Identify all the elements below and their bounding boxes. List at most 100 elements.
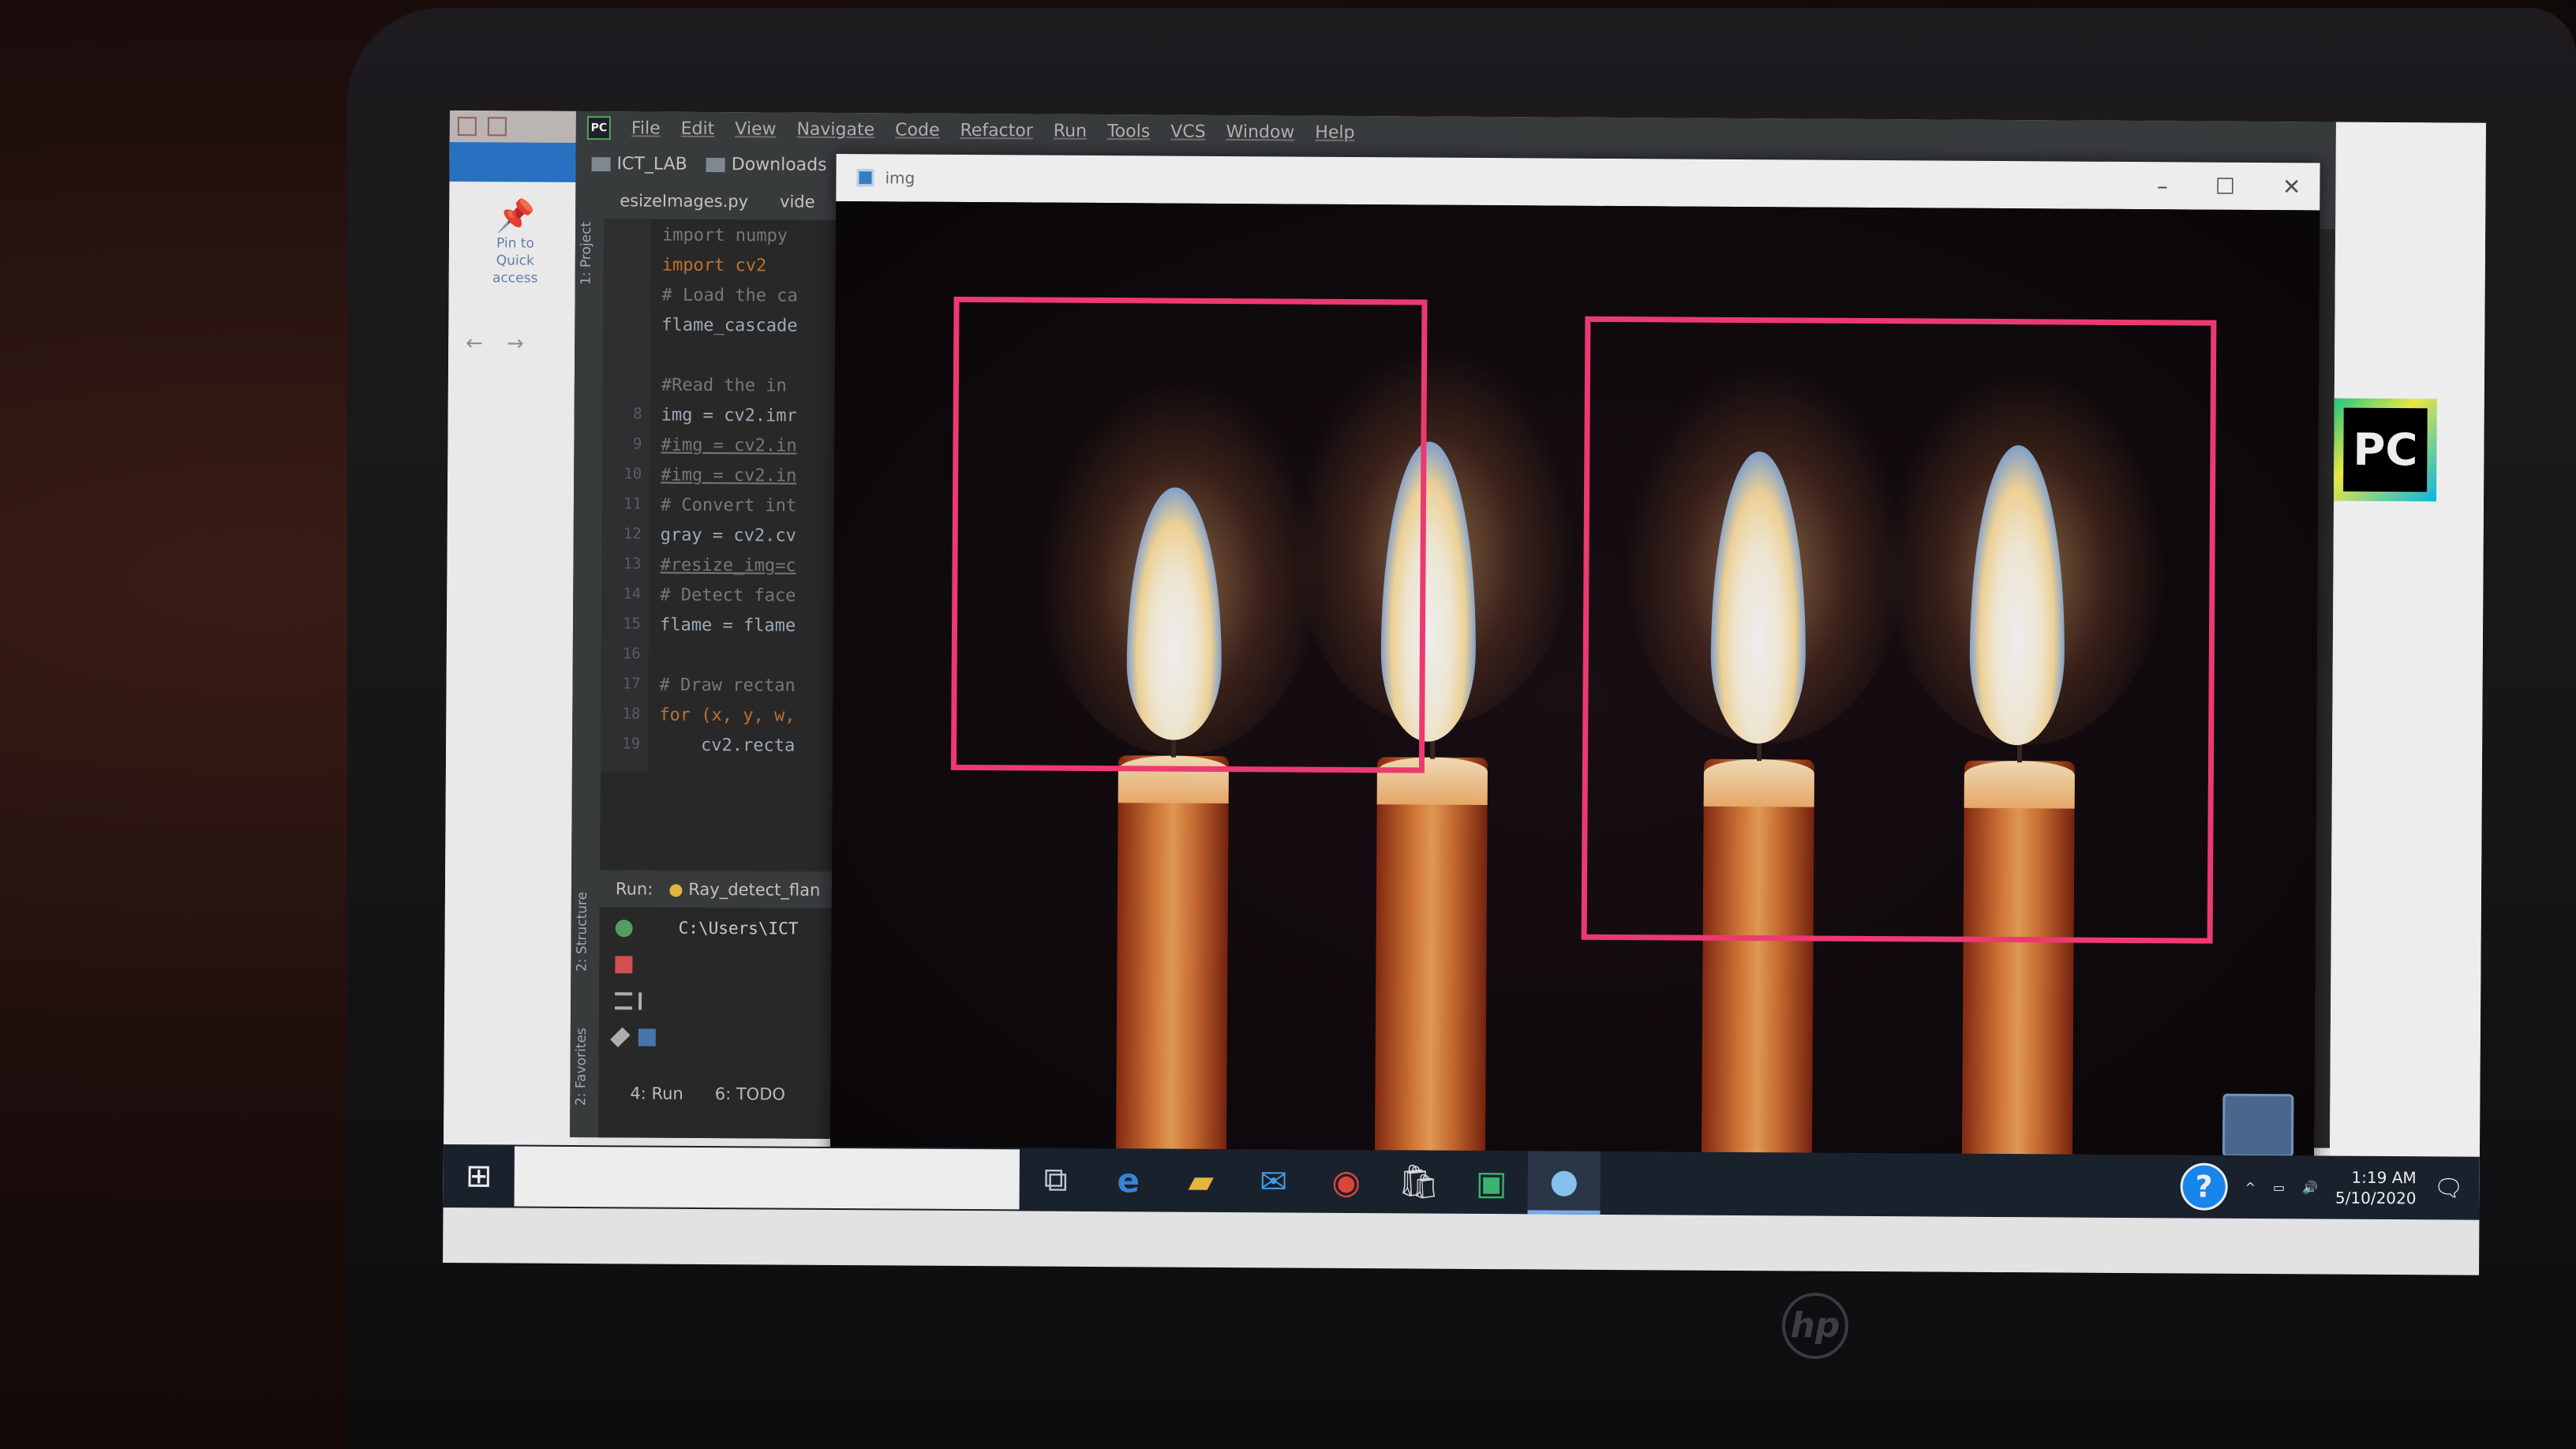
line-number: 14 — [623, 585, 642, 603]
code-line: #Read the in — [661, 375, 787, 396]
folder-icon — [706, 157, 725, 172]
laptop-screen: 📌 Pin to Quick access ←→ PC File Edit Vi… — [443, 110, 2486, 1275]
clock[interactable]: 1:19 AM 5/10/2020 — [2335, 1167, 2417, 1209]
pycharm-logo-icon: PC — [586, 116, 611, 140]
explorer-qa-icon[interactable] — [487, 117, 507, 137]
image-canvas — [829, 200, 2320, 1189]
menu-file[interactable]: File — [631, 118, 661, 138]
explorer-qa-icon[interactable] — [457, 117, 477, 137]
line-number: 16 — [622, 645, 641, 663]
minimize-button[interactable]: – — [2157, 173, 2168, 199]
explorer-titlebar — [449, 110, 584, 144]
tab-run[interactable]: 4: Run — [630, 1084, 683, 1103]
code-line: #resize_img=c — [660, 555, 796, 576]
breadcrumb-item[interactable]: ICT_LAB — [591, 154, 687, 174]
code-line: # Detect face — [660, 585, 796, 606]
breadcrumb-item[interactable]: Downloads — [706, 154, 827, 174]
python-icon[interactable]: ● — [1527, 1151, 1601, 1215]
pin-tab-icon[interactable] — [610, 1027, 631, 1048]
code-line: gray = cv2.cv — [660, 525, 796, 546]
tab-todo[interactable]: 6: TODO — [715, 1084, 785, 1104]
menu-view[interactable]: View — [735, 119, 776, 139]
menu-edit[interactable]: Edit — [681, 118, 715, 138]
code-line: # Convert int — [660, 495, 797, 516]
line-number: 11 — [623, 495, 642, 513]
code-line: #img = cv2.in — [661, 435, 797, 456]
scroll-to-end-icon[interactable] — [638, 1028, 656, 1046]
line-number: 19 — [622, 735, 641, 753]
menu-vcs[interactable]: VCS — [1170, 122, 1206, 141]
favorites-tool-tab[interactable]: 2: Favorites — [573, 1028, 590, 1106]
volume-icon[interactable]: 🔊 — [2302, 1180, 2318, 1195]
edge-icon[interactable]: e — [1091, 1148, 1164, 1212]
image-window-title: img — [885, 168, 915, 188]
line-number: 18 — [622, 705, 641, 723]
menu-tools[interactable]: Tools — [1107, 122, 1150, 141]
line-number: 8 — [633, 405, 642, 423]
network-icon[interactable]: ▭ — [2273, 1180, 2285, 1195]
clock-date: 5/10/2020 — [2334, 1188, 2417, 1208]
run-label: Run: — [615, 879, 653, 899]
editor-tab[interactable]: vide — [780, 193, 815, 212]
line-number: 9 — [632, 435, 642, 453]
file-explorer-icon[interactable]: ▰ — [1164, 1149, 1237, 1213]
image-window[interactable]: img – ☐ ✕ — [829, 153, 2320, 1189]
menu-navigate[interactable]: Navigate — [796, 119, 874, 140]
help-icon[interactable]: ? — [2180, 1163, 2228, 1211]
taskbar-search-input[interactable] — [514, 1146, 1020, 1210]
breadcrumb-label: Downloads — [731, 154, 827, 175]
code-line: import numpy — [661, 225, 788, 246]
pin-to-quick-access-button[interactable]: 📌 Pin to Quick access — [484, 197, 548, 286]
run-config-tab[interactable]: ● Ray_detect_flan — [668, 880, 820, 900]
mail-icon[interactable]: ✉ — [1237, 1149, 1309, 1213]
run-output: C:\Users\ICT — [678, 918, 799, 938]
pycharm-app-icon[interactable]: PC — [2334, 398, 2437, 502]
maximize-button[interactable]: ☐ — [2215, 174, 2235, 200]
menu-help[interactable]: Help — [1315, 122, 1354, 142]
explorer-ribbon-tab[interactable] — [449, 141, 584, 183]
line-number: 15 — [623, 615, 642, 633]
rerun-icon[interactable] — [615, 919, 633, 938]
code-line: # Draw rectan — [659, 675, 796, 696]
detection-box — [950, 296, 1428, 773]
menu-refactor[interactable]: Refactor — [960, 120, 1032, 140]
candle — [1115, 755, 1230, 1183]
menu-code[interactable]: Code — [895, 120, 939, 140]
thumbnail-icon[interactable] — [2222, 1093, 2294, 1158]
code-line: cv2.recta — [659, 735, 796, 756]
paint-icon[interactable]: ▣ — [1455, 1151, 1527, 1215]
line-number: 17 — [622, 675, 641, 693]
line-number: 12 — [623, 525, 642, 543]
chevron-up-icon[interactable]: ^ — [2245, 1179, 2256, 1194]
soft-wrap-icon[interactable] — [638, 992, 657, 1010]
menu-run[interactable]: Run — [1054, 121, 1087, 140]
clock-time: 1:19 AM — [2351, 1167, 2417, 1188]
python-icon: ● — [668, 879, 683, 899]
close-button[interactable]: ✕ — [2282, 174, 2301, 200]
stop-icon[interactable] — [615, 956, 633, 974]
file-explorer-window: 📌 Pin to Quick access ←→ — [443, 110, 584, 1201]
window-controls: – ☐ ✕ — [2157, 173, 2301, 200]
structure-tool-tab[interactable]: 2: Structure — [574, 892, 590, 972]
code-line: flame_cascade — [661, 315, 798, 336]
windows-start-icon[interactable]: ⊞ — [444, 1144, 515, 1208]
layout-icon[interactable] — [615, 992, 633, 1010]
project-tool-tab[interactable]: 1: Project — [578, 222, 594, 285]
editor-tab[interactable]: esizeImages.py — [620, 191, 748, 211]
code-line: flame = flame — [659, 615, 796, 636]
explorer-nav-arrows[interactable]: ←→ — [466, 331, 548, 356]
line-number: 10 — [623, 465, 642, 483]
line-number: 13 — [623, 555, 642, 573]
window-icon — [856, 169, 874, 187]
notification-icon[interactable]: 🗨 — [2434, 1174, 2464, 1202]
store-icon[interactable]: 🛍 — [1382, 1150, 1455, 1214]
menu-window[interactable]: Window — [1226, 122, 1295, 143]
taskbar: ⊞ ⧉ e ▰ ✉ ◉ 🛍 ▣ ● ? ^ ▭ 🔊 1:19 AM 5/10/2… — [443, 1144, 2480, 1220]
pin-label: Pin to Quick access — [492, 235, 538, 286]
code-line: import cv2 — [661, 255, 767, 276]
chrome-icon[interactable]: ◉ — [1309, 1150, 1382, 1214]
task-view-icon[interactable]: ⧉ — [1019, 1148, 1091, 1211]
pycharm-badge-label: PC — [2343, 407, 2428, 492]
system-tray: ? ^ ▭ 🔊 1:19 AM 5/10/2020 🗨 — [2180, 1155, 2464, 1219]
run-toolbar — [598, 907, 663, 1112]
